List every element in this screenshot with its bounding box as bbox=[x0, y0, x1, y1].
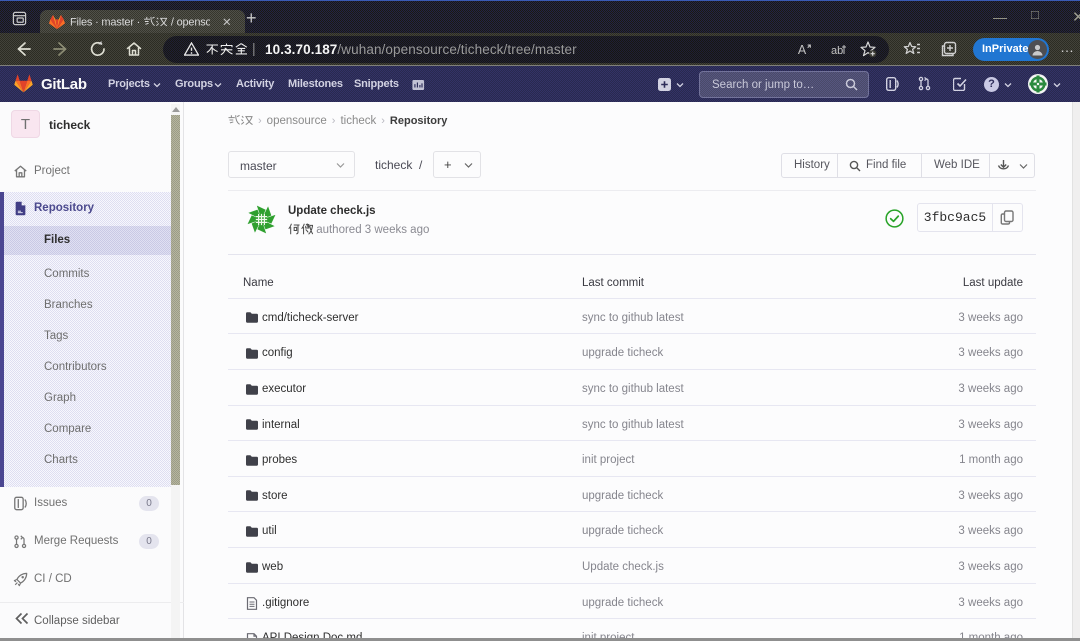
svg-text:ab: ab bbox=[831, 45, 843, 56]
svg-text:A: A bbox=[798, 43, 807, 57]
